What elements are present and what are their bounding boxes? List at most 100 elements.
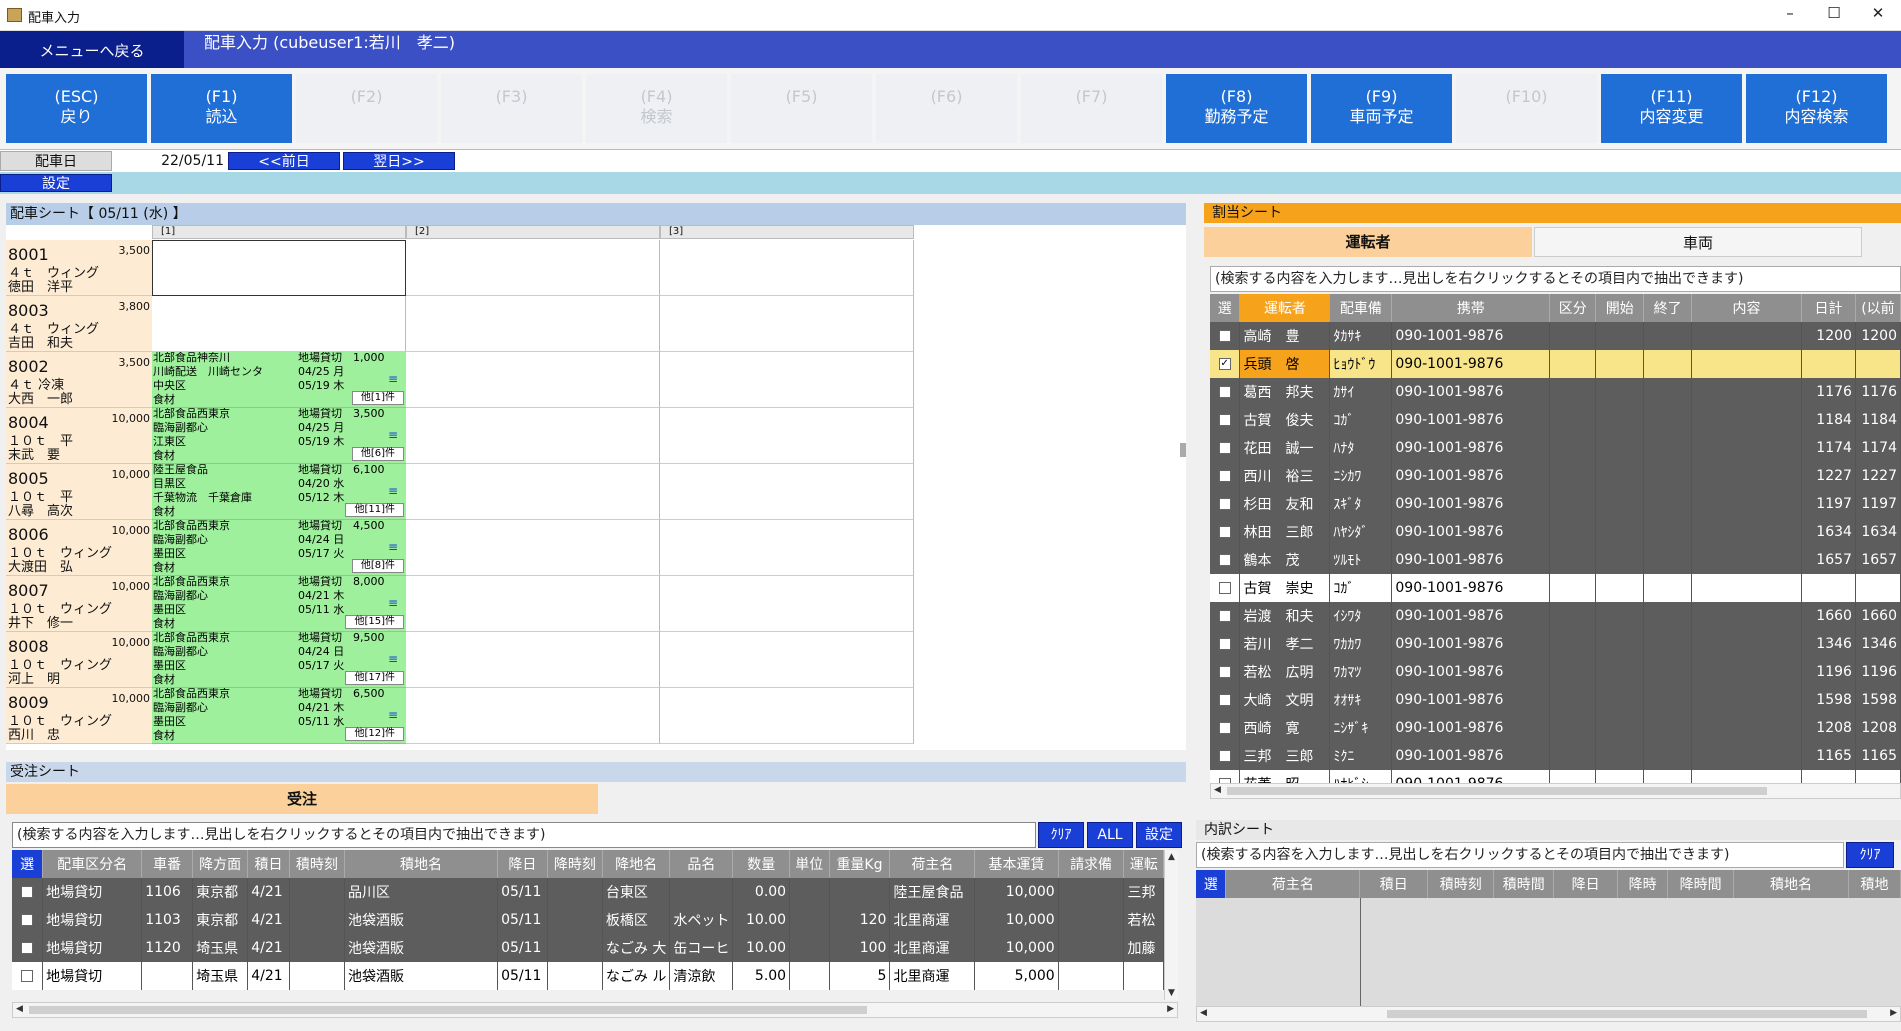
- juchu-col-header[interactable]: 降地名: [602, 850, 671, 878]
- juchu-row[interactable]: 地場貸切 1103 東京都 4/21 池袋酒販 05/11 板橋区 水ペット 10.00 120 北…: [12, 906, 1164, 934]
- haisha-order-card[interactable]: 北部食品神奈川 川崎配送 川崎センタ 中央区 食材 地場貸切 1,000 04/25 月0…: [152, 352, 406, 408]
- juchu-all-button[interactable]: ALL: [1087, 822, 1133, 848]
- haisha-slot[interactable]: [406, 240, 660, 296]
- order-more-badge[interactable]: 他[15]件: [345, 615, 404, 629]
- vehicle-row[interactable]: 8001 3,500 ４ｔ ウィング 徳田 洋平: [6, 240, 152, 296]
- vehicle-row[interactable]: 8002 3,500 ４ｔ 冷凍 大西 一郎: [6, 352, 152, 408]
- haisha-slot[interactable]: [406, 296, 660, 352]
- uchiwake-clear-button[interactable]: ｸﾘｱ: [1846, 842, 1894, 868]
- fkey-esc-button[interactable]: (ESC) 戻り: [6, 74, 147, 143]
- row-checkbox-cell[interactable]: [1210, 630, 1241, 658]
- uchiwake-col-header[interactable]: 積時刻: [1427, 870, 1495, 898]
- juchu-col-header[interactable]: 積時刻: [289, 850, 346, 878]
- juchu-col-header[interactable]: 配車区分名: [42, 850, 143, 878]
- driver-row[interactable]: 若川 孝二 ﾜｶｶﾜ 090-1001-9876 1346 1346: [1210, 630, 1901, 658]
- driver-row[interactable]: 花田 誠一 ﾊﾅﾀ 090-1001-9876 1174 1174: [1210, 434, 1901, 462]
- prev-day-button[interactable]: <<前日: [228, 152, 340, 170]
- minimize-button[interactable]: –: [1768, 4, 1812, 26]
- uchiwake-col-header[interactable]: 荷主名: [1225, 870, 1361, 898]
- row-checkbox-cell[interactable]: [12, 878, 44, 906]
- juchu-setting-button[interactable]: 設定: [1136, 822, 1182, 848]
- juchu-row[interactable]: 地場貸切 1120 埼玉県 4/21 池袋酒販 05/11 なごみ 大缶コーヒ 10.00 10…: [12, 934, 1164, 962]
- fkey-f2-button[interactable]: (F2): [296, 74, 437, 143]
- juchu-col-header[interactable]: 選: [12, 850, 44, 878]
- wariate-col-header[interactable]: 内容: [1691, 294, 1802, 322]
- row-checkbox[interactable]: [1218, 442, 1231, 454]
- fkey-f8-button[interactable]: (F8) 勤務予定: [1166, 74, 1307, 143]
- setting-button[interactable]: 設定: [0, 174, 112, 192]
- row-checkbox[interactable]: [1218, 498, 1231, 510]
- driver-row[interactable]: 古賀 崇史 ｺｶﾞ 090-1001-9876: [1210, 574, 1901, 602]
- haisha-order-card[interactable]: 北部食品西東京 臨海副都心 墨田区 食材 地場貸切 9,500 04/24 日 05/17 …: [152, 632, 406, 688]
- fkey-f7-button[interactable]: (F7): [1021, 74, 1162, 143]
- juchu-search-input[interactable]: (検索する内容を入力します…見出しを右クリックするとその項目内で抽出できます): [12, 822, 1036, 848]
- row-checkbox-cell[interactable]: [1210, 546, 1241, 574]
- driver-row[interactable]: 鶴本 茂ﾂﾙﾓﾄ 090-1001-9876 1657 1657: [1210, 546, 1901, 574]
- row-checkbox-cell[interactable]: [1210, 602, 1241, 630]
- order-more-badge[interactable]: 他[12]件: [345, 727, 404, 741]
- driver-row[interactable]: 杉田 友和 ｽｷﾞﾀ 090-1001-9876 1197 1197: [1210, 490, 1901, 518]
- row-checkbox[interactable]: [1218, 526, 1231, 538]
- next-day-button[interactable]: 翌日>>: [343, 152, 455, 170]
- wariate-search-input[interactable]: (検索する内容を入力します…見出しを右クリックするとその項目内で抽出できます): [1210, 266, 1901, 292]
- uchiwake-col-header[interactable]: 積地名: [1733, 870, 1849, 898]
- order-more-badge[interactable]: 他[1]件: [351, 391, 404, 405]
- row-checkbox-cell[interactable]: [1210, 518, 1241, 546]
- row-checkbox-cell[interactable]: [1210, 714, 1241, 742]
- row-checkbox[interactable]: [1218, 330, 1231, 342]
- uchiwake-search-input[interactable]: (検索する内容を入力します…見出しを右クリックするとその項目内で抽出できます): [1196, 842, 1844, 868]
- wariate-col-header[interactable]: 選: [1210, 294, 1241, 322]
- uchiwake-col-header[interactable]: 選: [1196, 870, 1227, 898]
- row-checkbox-cell[interactable]: [1210, 658, 1241, 686]
- juchu-col-header[interactable]: 運転: [1123, 850, 1164, 878]
- wariate-col-header[interactable]: 終了: [1643, 294, 1693, 322]
- tab-driver[interactable]: 運転者: [1204, 227, 1532, 257]
- row-checkbox[interactable]: [1218, 750, 1231, 762]
- row-checkbox-cell[interactable]: [1210, 490, 1241, 518]
- maximize-button[interactable]: ☐: [1812, 4, 1856, 26]
- haisha-order-card[interactable]: 北部食品西東京 臨海副都心 江東区 食材 地場貸切 3,500 04/25 月 05/19 …: [152, 408, 406, 464]
- row-checkbox[interactable]: [1218, 610, 1231, 622]
- haisha-order-card[interactable]: 北部食品西東京 臨海副都心 墨田区 食材 地場貸切 4,500 04/24 日 05/17 …: [152, 520, 406, 576]
- haisha-slot[interactable]: [406, 688, 660, 744]
- fkey-f4-button[interactable]: (F4) 検索: [586, 74, 727, 143]
- wariate-col-header[interactable]: 日計: [1801, 294, 1856, 322]
- haisha-order-card[interactable]: 陸王屋食品 目黒区 千葉物流 千葉倉庫 食材 地場貸切 6,100 04/20 水 05/1…: [152, 464, 406, 520]
- haisha-vertical-scroll-thumb[interactable]: [1180, 443, 1186, 457]
- juchu-row[interactable]: 地場貸切 埼玉県 4/21 池袋酒販 05/11 なごみ ル清涼飲 5.00 5 北里商運 5,0…: [12, 962, 1164, 990]
- wariate-col-header[interactable]: 区分: [1549, 294, 1597, 322]
- vehicle-row[interactable]: 8009 10,000 １０ｔ ウィング 西川 忠: [6, 688, 152, 744]
- driver-row[interactable]: 古賀 俊夫 ｺｶﾞ 090-1001-9876 1184 1184: [1210, 406, 1901, 434]
- row-checkbox[interactable]: [1218, 694, 1231, 706]
- order-more-badge[interactable]: 他[6]件: [351, 447, 404, 461]
- haisha-slot[interactable]: [152, 240, 406, 296]
- juchu-col-header[interactable]: 降方面: [192, 850, 249, 878]
- vehicle-row[interactable]: 8005 10,000 １０ｔ 平八尋 高次: [6, 464, 152, 520]
- juchu-col-header[interactable]: 降日: [497, 850, 548, 878]
- driver-row[interactable]: 三邦 三郎 ﾐｸﾆ 090-1001-9876 1165 1165: [1210, 742, 1901, 770]
- juchu-col-header[interactable]: 基本運賃: [974, 850, 1059, 878]
- juchu-row[interactable]: 地場貸切 1106 東京都 4/21 品川区 05/11 台東区 0.00 陸王屋食品 10,00…: [12, 878, 1164, 906]
- row-checkbox[interactable]: [1218, 638, 1231, 650]
- row-checkbox[interactable]: [21, 886, 34, 898]
- row-checkbox-cell[interactable]: [12, 906, 44, 934]
- fkey-f1-button[interactable]: (F1) 読込: [151, 74, 292, 143]
- uchiwake-col-header[interactable]: 降時: [1617, 870, 1669, 898]
- fkey-f10-button[interactable]: (F10): [1456, 74, 1597, 143]
- driver-row[interactable]: 西川 裕三 ﾆｼｶﾜ 090-1001-9876 1227 1227: [1210, 462, 1901, 490]
- haisha-order-card[interactable]: 北部食品西東京 臨海副都心 墨田区 食材 地場貸切 8,000 04/21 木 05/11 …: [152, 576, 406, 632]
- wariate-col-header[interactable]: 携帯: [1391, 294, 1551, 322]
- row-checkbox-cell[interactable]: [1210, 322, 1241, 350]
- wariate-col-header[interactable]: 開始: [1595, 294, 1645, 322]
- vehicle-row[interactable]: 8004 10,000 １０ｔ 平末武 要: [6, 408, 152, 464]
- uchiwake-col-header[interactable]: 積日: [1359, 870, 1429, 898]
- haisha-slot[interactable]: [406, 408, 660, 464]
- haisha-slot[interactable]: [152, 296, 406, 352]
- tab-vehicle[interactable]: 車両: [1534, 227, 1862, 257]
- haisha-slot[interactable]: [406, 520, 660, 576]
- juchu-col-header[interactable]: 数量: [732, 850, 791, 878]
- juchu-col-header[interactable]: 降時刻: [547, 850, 603, 878]
- tab-juchu[interactable]: 受注: [6, 784, 598, 814]
- haisha-slot[interactable]: [660, 464, 914, 520]
- haisha-slot[interactable]: [660, 240, 914, 296]
